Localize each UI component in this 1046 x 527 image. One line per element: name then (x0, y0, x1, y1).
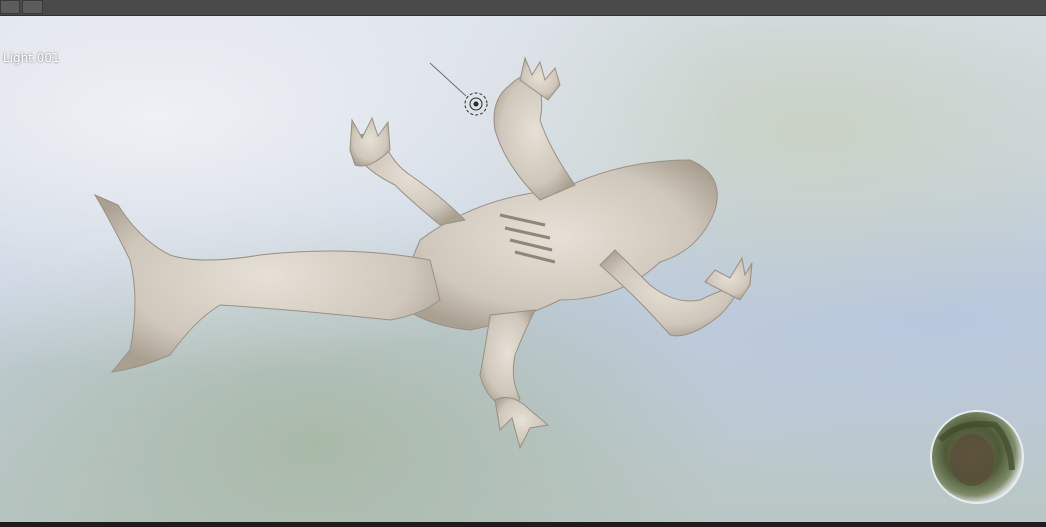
frog-hind-leg (93, 193, 441, 373)
frog-model[interactable] (93, 56, 753, 450)
selected-object-label: Light.001 (3, 51, 60, 65)
frog-limb-right (599, 249, 741, 337)
3d-viewport[interactable]: Light.001 (0, 0, 1046, 527)
scene-render (93, 56, 1024, 504)
frog-limb-top (493, 75, 576, 201)
light-icon[interactable] (429, 62, 488, 116)
hdri-sphere-icon[interactable] (930, 410, 1024, 504)
frog-foot-bottom (494, 397, 550, 450)
frog-foot-right (704, 256, 753, 301)
viewport-bottom-edge (0, 522, 1046, 527)
frog-limb-bottom (479, 309, 536, 407)
